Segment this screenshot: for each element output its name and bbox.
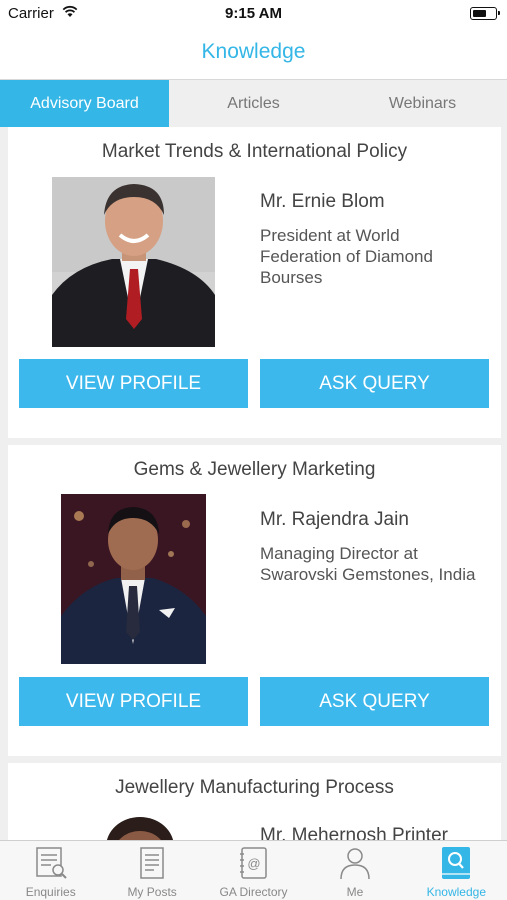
status-bar: Carrier 9:15 AM xyxy=(0,0,507,30)
status-time: 9:15 AM xyxy=(225,5,282,22)
advisor-card: Jewellery Manufacturing Process Mr. Mehe… xyxy=(8,763,501,840)
advisor-photo xyxy=(61,494,206,664)
advisor-photo xyxy=(52,177,215,347)
directory-icon: @ xyxy=(239,847,267,879)
view-profile-button[interactable]: VIEW PROFILE xyxy=(19,359,248,408)
battery-icon xyxy=(470,7,500,20)
bottom-tab-bar: Enquiries My Posts @ GA Directory Me Kno… xyxy=(0,840,507,900)
tabbar-label: Me xyxy=(346,885,364,899)
tabbar-my-posts[interactable]: My Posts xyxy=(101,841,202,900)
view-profile-button[interactable]: VIEW PROFILE xyxy=(19,677,248,726)
tabbar-knowledge[interactable]: Knowledge xyxy=(406,841,507,900)
advisor-name: Mr. Rajendra Jain xyxy=(260,509,409,530)
advisor-photo xyxy=(100,809,180,840)
advisor-category: Market Trends & International Policy xyxy=(101,141,408,162)
person-icon xyxy=(340,848,370,880)
tabbar-me[interactable]: Me xyxy=(304,841,405,900)
tab-articles[interactable]: Articles xyxy=(169,80,338,127)
page-title: Knowledge xyxy=(201,40,306,63)
segmented-tabs: Advisory Board Articles Webinars xyxy=(0,80,507,127)
advisor-card: Market Trends & International Policy Mr.… xyxy=(8,127,501,438)
my-posts-icon xyxy=(140,847,164,879)
tabbar-label: Enquiries xyxy=(25,885,76,899)
advisor-role: President at World Federation of Diamond… xyxy=(260,226,433,287)
navigation-bar: Knowledge xyxy=(0,30,507,80)
svg-text:@: @ xyxy=(247,856,260,871)
ask-query-button[interactable]: ASK QUERY xyxy=(260,677,489,726)
advisor-role: Managing Director at Swarovski Gemstones… xyxy=(260,544,476,584)
advisor-list[interactable]: Market Trends & International Policy Mr.… xyxy=(0,127,507,840)
tabbar-enquiries[interactable]: Enquiries xyxy=(0,841,101,900)
tabbar-label: GA Directory xyxy=(219,885,288,899)
tabbar-label: My Posts xyxy=(127,885,177,899)
ask-query-button[interactable]: ASK QUERY xyxy=(260,359,489,408)
knowledge-icon xyxy=(442,847,471,879)
tabbar-label: Knowledge xyxy=(426,885,487,899)
advisor-category: Gems & Jewellery Marketing xyxy=(133,459,376,480)
tab-webinars[interactable]: Webinars xyxy=(338,80,507,127)
advisor-name: Mr. Ernie Blom xyxy=(260,191,385,212)
advisor-name: Mr. Mehernosh Printer xyxy=(260,825,448,840)
advisor-card: Gems & Jewellery Marketing Mr. Rajendra … xyxy=(8,445,501,756)
tab-advisory-board[interactable]: Advisory Board xyxy=(0,80,169,127)
advisor-category: Jewellery Manufacturing Process xyxy=(115,777,394,798)
tabbar-ga-directory[interactable]: @ GA Directory xyxy=(203,841,304,900)
enquiries-icon xyxy=(35,847,67,879)
